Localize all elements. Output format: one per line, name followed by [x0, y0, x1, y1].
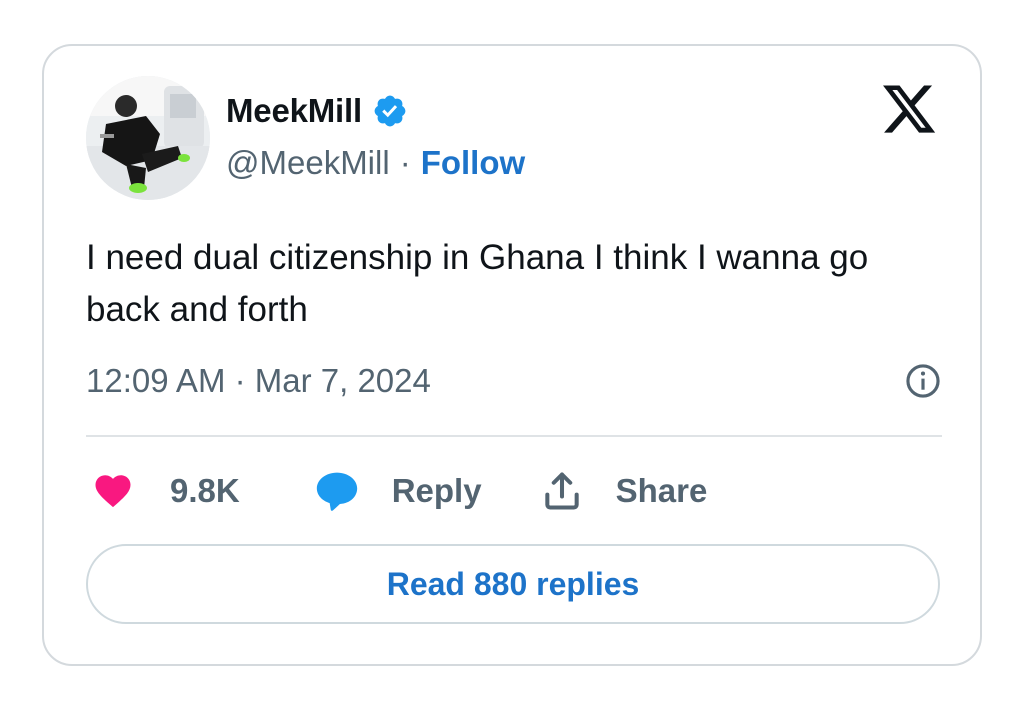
- follow-button[interactable]: Follow: [421, 144, 525, 182]
- author-handle-row: @MeekMill · Follow: [226, 144, 525, 182]
- author-display-name[interactable]: MeekMill: [226, 92, 362, 130]
- reply-button[interactable]: Reply: [312, 469, 482, 513]
- divider: [86, 435, 942, 437]
- info-icon[interactable]: [904, 362, 942, 400]
- author-handle[interactable]: @MeekMill: [226, 144, 390, 182]
- avatar-photo: [86, 76, 210, 200]
- like-count: 9.8K: [170, 472, 240, 509]
- x-logo-icon[interactable]: [880, 80, 938, 138]
- heart-icon: [95, 475, 131, 508]
- tweet-timestamp[interactable]: 12:09 AM · Mar 7, 2024: [86, 362, 431, 400]
- tweet-text: I need dual citizenship in Ghana I think…: [86, 238, 869, 329]
- author-name-row: MeekMill: [226, 92, 408, 130]
- verified-badge-icon: [374, 95, 406, 127]
- speech-bubble-icon: [316, 472, 357, 511]
- read-replies-button[interactable]: Read 880 replies: [86, 544, 940, 624]
- share-upload-icon: [544, 472, 579, 510]
- tweet-actions: 9.8K Reply Share: [90, 470, 707, 512]
- share-label: Share: [615, 472, 708, 509]
- share-button[interactable]: Share: [540, 469, 708, 513]
- like-button[interactable]: 9.8K: [90, 470, 240, 512]
- separator-dot: ·: [399, 144, 411, 181]
- tweet-card: MeekMill @MeekMill · Follow I need dual …: [42, 44, 982, 666]
- read-replies-label: Read 880 replies: [386, 565, 640, 602]
- avatar[interactable]: [86, 76, 210, 200]
- tweet-meta-row: 12:09 AM · Mar 7, 2024: [86, 362, 942, 400]
- reply-label: Reply: [391, 472, 482, 509]
